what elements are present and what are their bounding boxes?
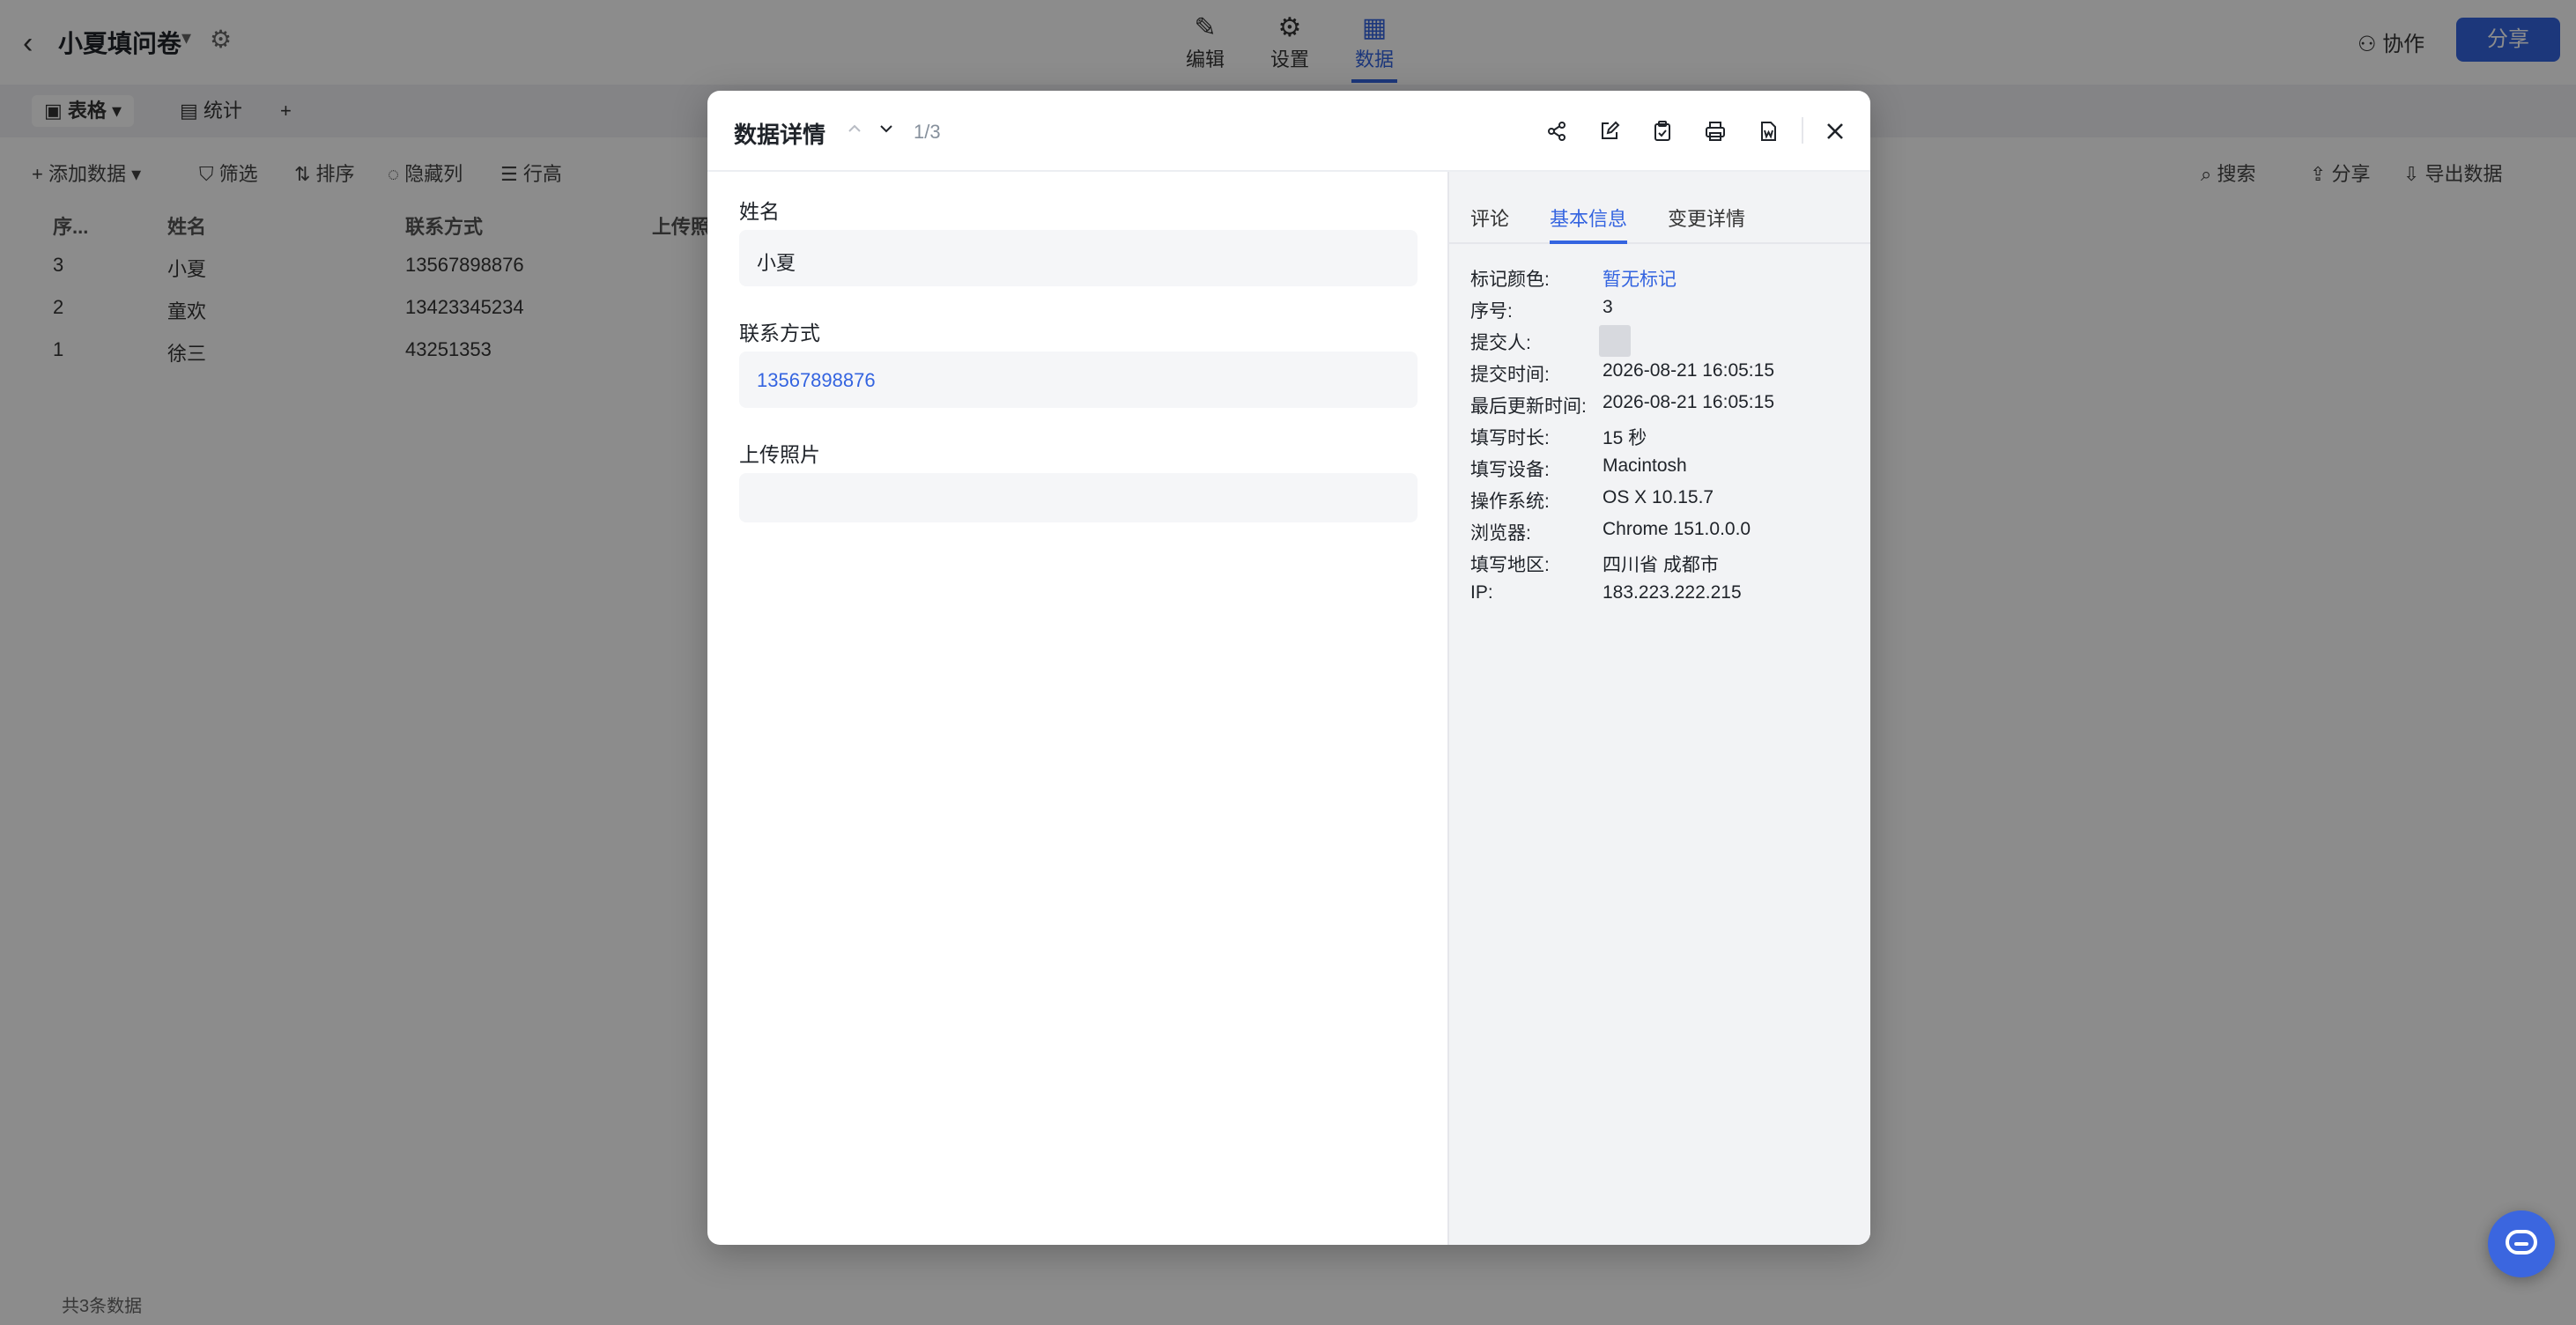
export-word-button[interactable] <box>1751 114 1786 149</box>
info-key: 最后更新时间: <box>1470 396 1587 417</box>
modal-title: 数据详情 <box>734 122 826 148</box>
info-row-mark-color: 标记颜色: 暂无标记 <box>1470 265 1858 297</box>
info-key: 提交人: <box>1470 333 1531 353</box>
info-row-ip: IP: 183.223.222.215 <box>1470 582 1858 614</box>
share-icon <box>1548 122 1566 141</box>
previous-record-button[interactable] <box>841 115 868 142</box>
info-value: Chrome 151.0.0.0 <box>1603 519 1751 539</box>
info-row-device: 填写设备: Macintosh <box>1470 455 1858 487</box>
info-key: 填写地区: <box>1470 555 1550 575</box>
info-row-updated-time: 最后更新时间: 2026-08-21 16:05:15 <box>1470 392 1858 424</box>
info-key: 操作系统: <box>1470 492 1550 512</box>
close-button[interactable] <box>1816 112 1854 151</box>
field-label: 上传照片 <box>739 443 820 466</box>
info-value: 2026-08-21 16:05:15 <box>1603 392 1774 412</box>
chevron-up-icon <box>848 124 861 132</box>
contact-field: 13567898876 <box>739 352 1418 408</box>
info-value: OS X 10.15.7 <box>1603 487 1714 507</box>
info-key: 标记颜色: <box>1470 270 1550 290</box>
info-key: 浏览器: <box>1470 523 1531 544</box>
record-info-pane: 评论 基本信息 变更详情 标记颜色: 暂无标记 序号: 3 提交人: 提交时间:… <box>1447 172 1870 1245</box>
phone-link[interactable]: 13567898876 <box>757 369 876 392</box>
info-key: 填写设备: <box>1470 460 1550 480</box>
print-record-button[interactable] <box>1698 114 1733 149</box>
info-row-submit-time: 提交时间: 2026-08-21 16:05:15 <box>1470 360 1858 392</box>
avatar <box>1599 325 1631 357</box>
data-detail-modal: 数据详情 1/3 姓名 小夏 联系方式 13567898876 上传照片 评论 … <box>707 91 1870 1245</box>
field-label: 姓名 <box>739 200 780 223</box>
info-row-os: 操作系统: OS X 10.15.7 <box>1470 487 1858 519</box>
edit-icon <box>1602 121 1620 139</box>
info-key: 提交时间: <box>1470 365 1550 385</box>
info-key: 序号: <box>1470 301 1513 322</box>
info-value: 15 秒 <box>1603 428 1647 448</box>
basic-info-list: 标记颜色: 暂无标记 序号: 3 提交人: 提交时间: 2026-08-21 1… <box>1470 265 1858 614</box>
mark-color-link[interactable]: 暂无标记 <box>1603 265 1677 292</box>
info-key: 填写时长: <box>1470 428 1550 448</box>
field-value: 小夏 <box>757 252 796 274</box>
tab-basic-info[interactable]: 基本信息 <box>1550 204 1628 244</box>
info-row-duration: 填写时长: 15 秒 <box>1470 424 1858 455</box>
info-value: 四川省 成都市 <box>1603 555 1719 575</box>
info-row-region: 填写地区: 四川省 成都市 <box>1470 551 1858 582</box>
edit-record-button[interactable] <box>1592 114 1627 149</box>
info-value: 2026-08-21 16:05:15 <box>1603 360 1774 381</box>
share-record-button[interactable] <box>1539 114 1574 149</box>
header-divider <box>1802 117 1803 144</box>
close-icon <box>1827 123 1843 139</box>
tab-comments[interactable]: 评论 <box>1470 204 1509 241</box>
info-key: IP: <box>1470 582 1493 603</box>
record-fields-pane: 姓名 小夏 联系方式 13567898876 上传照片 修改 删除 <box>707 172 1447 1245</box>
record-counter: 1/3 <box>914 121 941 143</box>
copy-record-button[interactable] <box>1645 114 1680 149</box>
chevron-down-icon <box>880 125 892 133</box>
name-field: 小夏 <box>739 230 1418 286</box>
tab-change-details[interactable]: 变更详情 <box>1668 204 1745 241</box>
chat-support-button[interactable] <box>2488 1210 2555 1277</box>
info-tabs: 评论 基本信息 变更详情 <box>1449 172 1870 244</box>
clipboard-icon <box>1654 121 1670 141</box>
info-value: 3 <box>1603 297 1613 317</box>
printer-icon <box>1706 122 1725 141</box>
info-row-submitter: 提交人: <box>1470 325 1858 360</box>
info-value: 183.223.222.215 <box>1603 582 1742 603</box>
info-value: Macintosh <box>1603 455 1687 476</box>
next-record-button[interactable] <box>873 115 899 142</box>
info-row-browser: 浏览器: Chrome 151.0.0.0 <box>1470 519 1858 551</box>
word-file-icon <box>1761 122 1776 141</box>
field-label: 联系方式 <box>739 322 820 344</box>
photo-field <box>739 473 1418 522</box>
info-row-serial: 序号: 3 <box>1470 297 1858 329</box>
modal-header: 数据详情 1/3 <box>707 91 1870 172</box>
